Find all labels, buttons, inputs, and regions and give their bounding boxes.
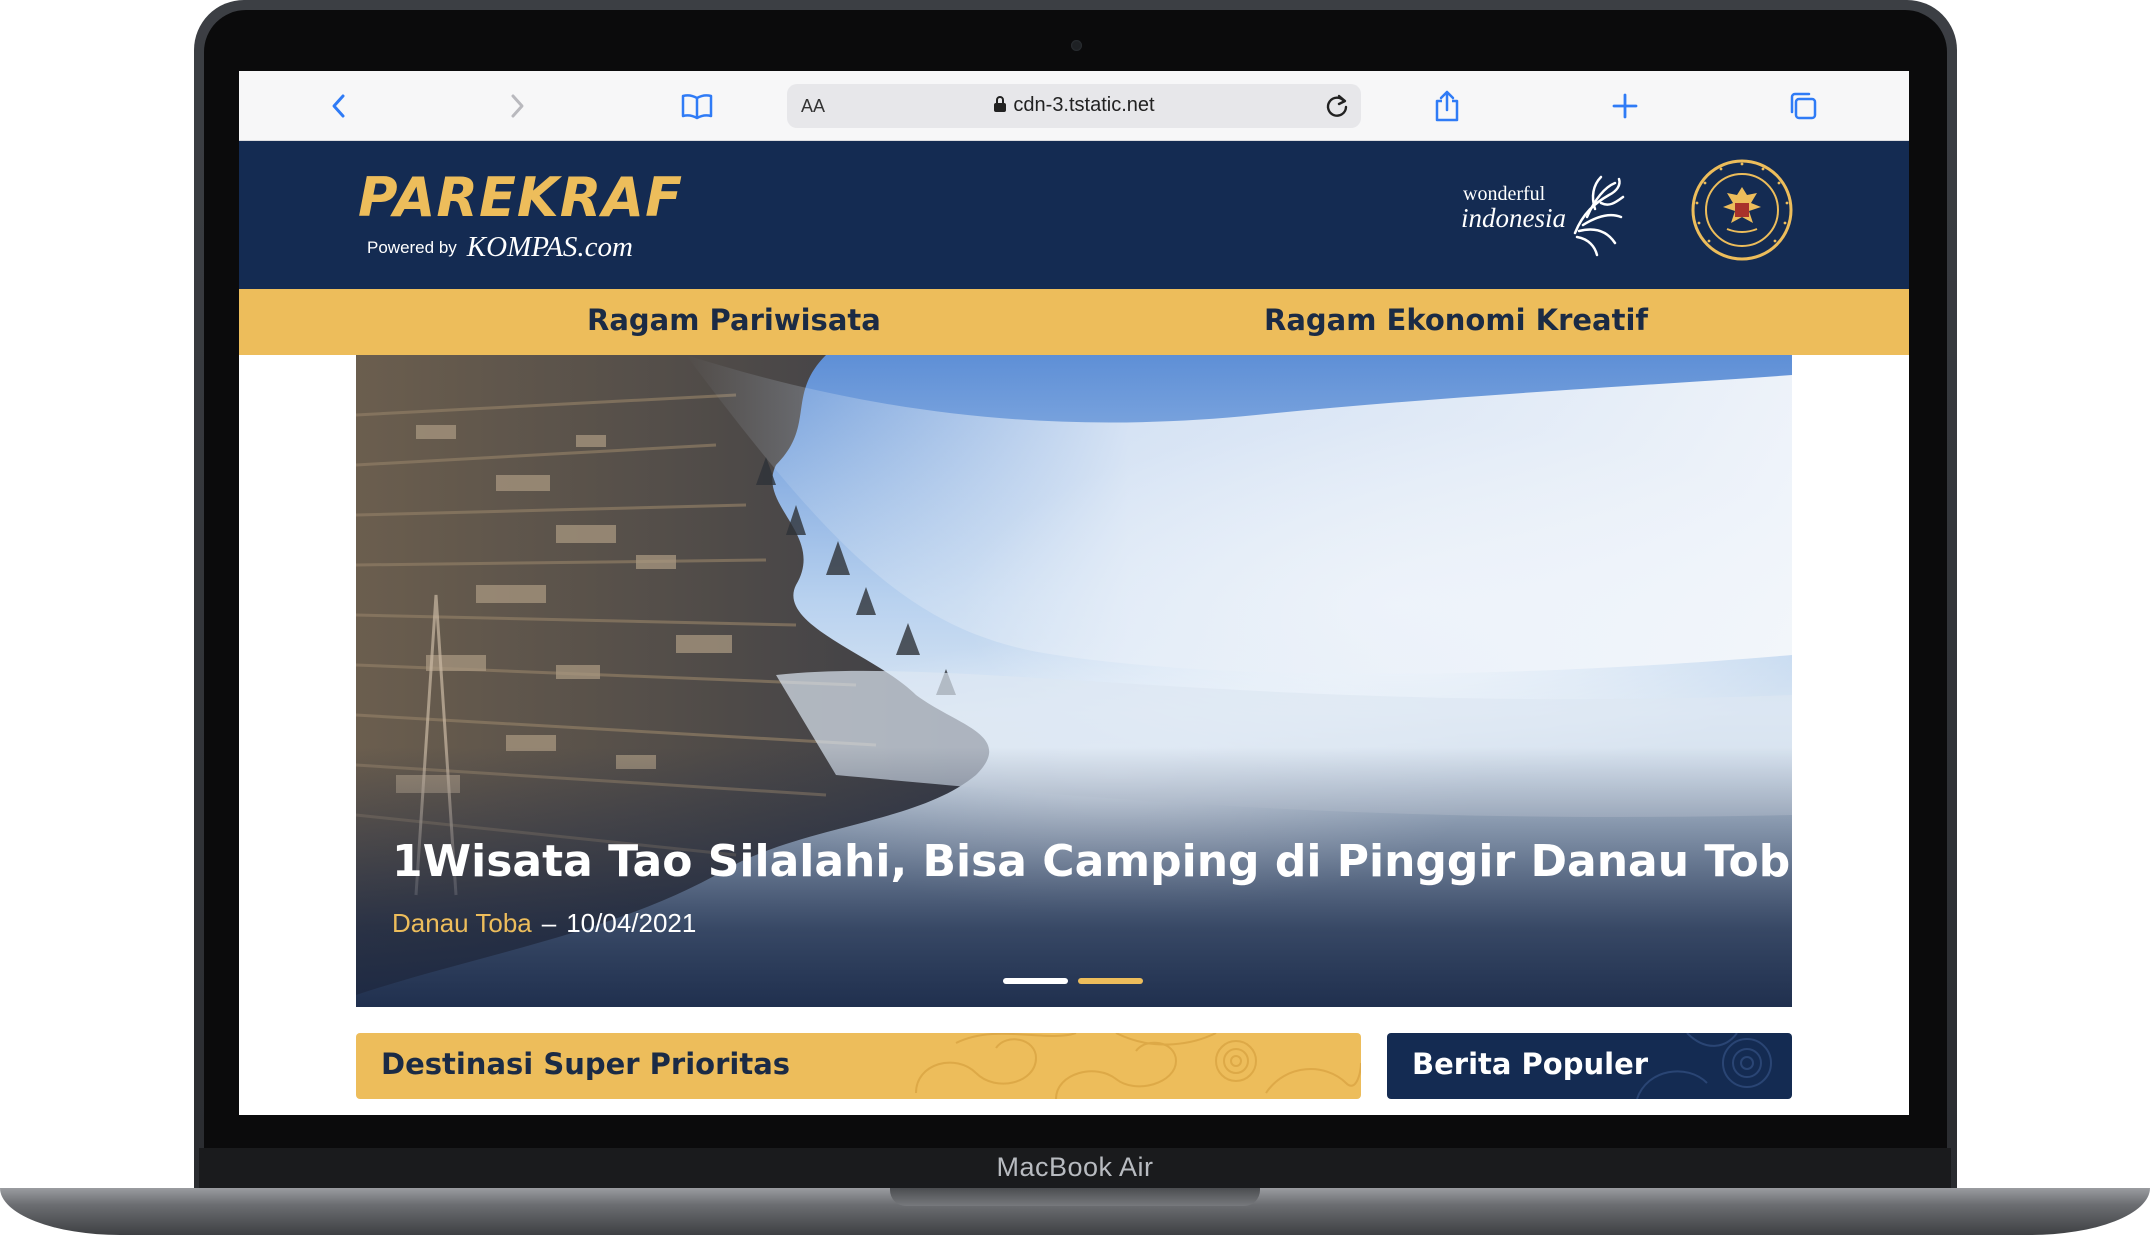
hero-date: 10/04/2021 bbox=[566, 908, 697, 938]
hero-slider[interactable]: 1Wisata Tao Silalahi, Bisa Camping di Pi… bbox=[356, 355, 1792, 1007]
meta-separator: – bbox=[541, 908, 557, 938]
url-text: cdn-3.tstatic.net bbox=[1013, 94, 1155, 116]
indonesia-text: indonesia bbox=[1461, 203, 1566, 233]
garuda-bird-icon bbox=[1573, 175, 1625, 257]
section-destinasi-super-prioritas[interactable]: Destinasi Super Prioritas bbox=[356, 1033, 1361, 1099]
hero-title[interactable]: 1Wisata Tao Silalahi, Bisa Camping di Pi… bbox=[392, 836, 1792, 887]
forward-icon[interactable] bbox=[499, 88, 535, 124]
back-icon[interactable] bbox=[321, 88, 357, 124]
bookmarks-icon[interactable] bbox=[679, 88, 715, 124]
hero-tag-link[interactable]: Danau Toba bbox=[392, 908, 532, 938]
slider-dot-2[interactable] bbox=[1078, 978, 1143, 984]
wonderful-indonesia-logo: wonderful indonesia bbox=[1461, 173, 1625, 257]
reload-icon[interactable] bbox=[1323, 92, 1351, 120]
device-label: MacBook Air bbox=[996, 1152, 1154, 1182]
camera-icon bbox=[1071, 40, 1082, 51]
tabs-icon[interactable] bbox=[1785, 88, 1821, 124]
parekraf-logo[interactable]: PAREKRAF bbox=[358, 171, 683, 225]
browser-toolbar: AA cdn-3.tstatic.net bbox=[239, 71, 1909, 141]
section-title: Destinasi Super Prioritas bbox=[381, 1047, 791, 1081]
ministry-emblem bbox=[1691, 159, 1793, 261]
browser-screen: AA cdn-3.tstatic.net PAREKRAF Powered by… bbox=[239, 71, 1909, 1115]
lock-icon bbox=[993, 95, 1007, 119]
nav-ragam-pariwisata[interactable]: Ragam Pariwisata bbox=[587, 303, 881, 337]
site-header: PAREKRAF Powered by KOMPAS.com wonderful … bbox=[239, 141, 1909, 289]
share-icon[interactable] bbox=[1429, 88, 1465, 124]
slider-dot-1[interactable] bbox=[1003, 978, 1068, 984]
section-title: Berita Populer bbox=[1412, 1047, 1649, 1081]
kompas-logo: KOMPAS.com bbox=[466, 231, 633, 263]
nav-ragam-ekonomi-kreatif[interactable]: Ragam Ekonomi Kreatif bbox=[1264, 303, 1648, 337]
laptop-notch bbox=[890, 1188, 1260, 1206]
new-tab-icon[interactable] bbox=[1607, 88, 1643, 124]
powered-by: Powered by KOMPAS.com bbox=[367, 231, 633, 264]
address-bar[interactable]: AA cdn-3.tstatic.net bbox=[787, 84, 1361, 128]
powered-by-text: Powered by bbox=[367, 238, 457, 257]
section-berita-populer[interactable]: Berita Populer bbox=[1387, 1033, 1792, 1099]
hero-meta: Danau Toba –10/04/2021 bbox=[392, 908, 696, 939]
main-nav: Ragam Pariwisata Ragam Ekonomi Kreatif bbox=[239, 289, 1909, 355]
